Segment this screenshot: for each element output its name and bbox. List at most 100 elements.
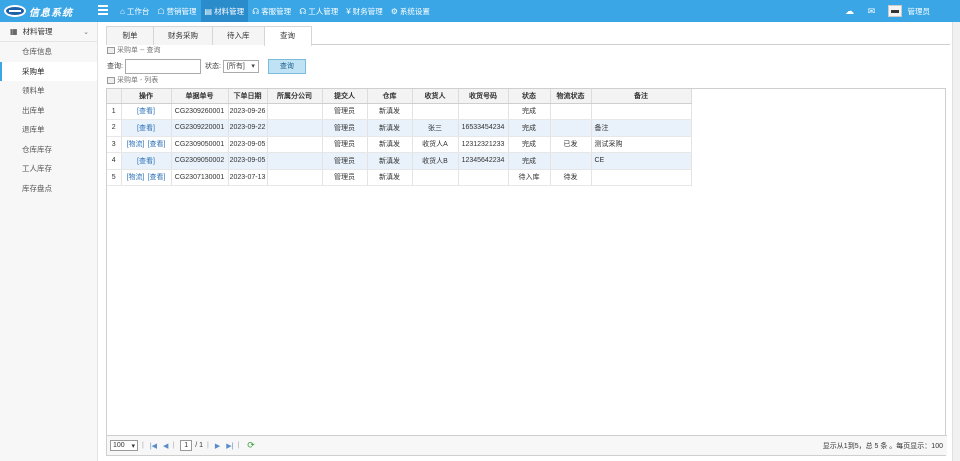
column-header[interactable]: 物流状态 [550,89,592,104]
cell-logistics [550,103,592,120]
nav-materials[interactable]: ▤ 材料管理 [200,0,249,22]
tab-2[interactable]: 待入库 [212,26,265,45]
query-button[interactable]: 查询 [267,58,306,74]
nav-settings[interactable]: ⚙ 系统设置 [387,0,434,22]
tab-1[interactable]: 财务采购 [153,26,213,45]
page-number-input[interactable]: 1 [180,440,193,451]
page-size-select[interactable]: 100 ▾ [110,440,138,451]
column-header[interactable]: 状态 [508,89,551,104]
last-page-icon[interactable]: ▶| [226,442,233,450]
cell-submitter: 管理员 [322,119,368,137]
sidebar-item-4[interactable]: 退库单 [0,120,97,140]
document-icon [107,76,115,84]
total-pages: / 1 [195,442,204,449]
nav-label: 客服管理 [261,6,292,16]
row-number: 1 [107,103,122,120]
table-row[interactable]: 5 [物流] [查看] CG2307130001 2023-07-13 管理员 新滇发 待入库… [107,169,692,186]
nav-finance[interactable]: ¥ 财务管理 [342,0,386,22]
column-header[interactable]: 所属分公司 [267,89,323,104]
cell-date: 2023-07-13 [228,169,268,186]
cell-submitter: 管理员 [322,152,368,170]
view-link[interactable]: [查看] [148,174,166,181]
column-header[interactable]: 备注 [591,89,692,104]
cell-branch [267,119,323,137]
row-actions: [查看] [121,119,172,137]
user-name[interactable]: 管理员 [908,6,931,17]
menu-toggle-icon[interactable] [98,5,108,15]
tab-3[interactable]: 查询 [263,26,312,46]
table-body: 1 [查看] CG2309260001 2023-09-26 管理员 新滇发 完成 2 [查看]… [107,103,692,186]
view-link[interactable]: [查看] [137,158,155,165]
nav-label: 财务管理 [352,6,383,16]
sidebar-header[interactable]: ▦ 材料管理 ⌄ [0,22,97,42]
tab-bar: 制单 财务采购 待入库 查询 [106,26,950,46]
cell-phone: 16533454234 [458,119,509,137]
prev-page-icon[interactable]: ◀ [163,442,168,450]
row-number: 2 [107,119,122,137]
cell-branch [267,169,323,186]
top-bar: 信息系统 ⌂ 工作台 ☖ 营销管理 ▤ 材料管理 ☊ 客服管理 ☊ 工人管理 ¥ 财务管理 ⚙ 系统设置 … [0,0,960,22]
sidebar-item-2[interactable]: 领料单 [0,81,97,101]
column-header[interactable]: 操作 [121,89,172,104]
first-page-icon[interactable]: |◀ [150,442,157,450]
pager: 100 ▾ | |◀ ◀ | 1 / 1 | ▶ ▶| | ⟳ 显示从1到5，总… [107,435,947,455]
table-row[interactable]: 4 [查看] CG2309050002 2023-09-05 管理员 新滇发 收货人B 123… [107,152,692,170]
row-number: 4 [107,152,122,170]
logistics-link[interactable]: [物流] [127,174,145,181]
view-link[interactable]: [查看] [137,125,155,132]
sidebar-item-3[interactable]: 出库单 [0,101,97,121]
cell-receiver: 张三 [412,119,459,137]
sidebar-item-6[interactable]: 工人库存 [0,159,97,179]
column-header[interactable]: 提交人 [322,89,368,104]
tab-0[interactable]: 制单 [106,26,154,45]
page-scrollbar[interactable] [952,22,960,461]
cell-no: CG2307130001 [171,169,229,186]
cell-warehouse: 新滇发 [367,103,413,120]
nav-label: 材料管理 [214,6,245,16]
refresh-icon[interactable]: ⟳ [247,440,255,451]
sidebar-item-5[interactable]: 仓库库存 [0,140,97,160]
nav-service-icon: ☊ [252,6,260,16]
view-link[interactable]: [查看] [148,141,166,148]
avatar[interactable] [887,5,902,17]
column-header[interactable] [107,89,122,104]
status-select[interactable]: [所有] ▾ [222,59,259,73]
cell-no: CG2309260001 [171,103,229,120]
table-row[interactable]: 1 [查看] CG2309260001 2023-09-26 管理员 新滇发 完成 [107,103,692,120]
query-bar: 查询: 状态: [所有] ▾ 查询 [107,58,306,74]
query-section-title: 采购单 -- 查询 [107,45,161,55]
row-number: 5 [107,169,122,186]
search-input[interactable] [124,58,201,74]
view-link[interactable]: [查看] [137,108,155,115]
table-row[interactable]: 3 [物流] [查看] CG2309050001 2023-09-05 管理员 新滇发 收货人… [107,136,692,153]
cloud-icon[interactable]: ☁ [844,5,856,17]
app-logo[interactable]: 信息系统 [4,2,92,20]
nav-marketing[interactable]: ☖ 营销管理 [153,0,200,22]
cell-warehouse: 新滇发 [367,136,413,153]
nav-workers[interactable]: ☊ 工人管理 [295,0,342,22]
column-header[interactable]: 下单日期 [228,89,268,104]
column-header[interactable]: 仓库 [367,89,413,104]
nav-label: 营销管理 [166,6,197,16]
cell-branch [267,152,323,170]
nav-workbench[interactable]: ⌂ 工作台 [116,0,153,22]
sidebar-item-7[interactable]: 库存盘点 [0,179,97,199]
column-header[interactable]: 收货人 [412,89,459,104]
chat-icon[interactable]: ✉ [866,5,878,17]
nav-finance-icon: ¥ [346,6,351,16]
cell-phone [458,103,509,120]
column-header[interactable]: 收货号码 [458,89,509,104]
sidebar-item-0[interactable]: 仓库信息 [0,42,97,62]
cell-phone: 12312321233 [458,136,509,153]
pager-separator: | [207,442,209,449]
query-section-title-text: 采购单 -- 查询 [117,47,161,54]
sidebar-item-1[interactable]: 采购单 [0,61,97,81]
cell-receiver: 收货人B [412,152,459,170]
sidebar: ▦ 材料管理 ⌄ 仓库信息 采购单 领料单 出库单 退库单 仓库库存 工人库存 库存盘点 [0,22,98,461]
nav-service[interactable]: ☊ 客服管理 [248,0,295,22]
logistics-link[interactable]: [物流] [127,141,145,148]
sidebar-header-label: 材料管理 [22,27,53,36]
table-row[interactable]: 2 [查看] CG2309220001 2023-09-22 管理员 新滇发 张三 16533… [107,119,692,137]
column-header[interactable]: 单据单号 [171,89,229,104]
next-page-icon[interactable]: ▶ [215,442,220,450]
